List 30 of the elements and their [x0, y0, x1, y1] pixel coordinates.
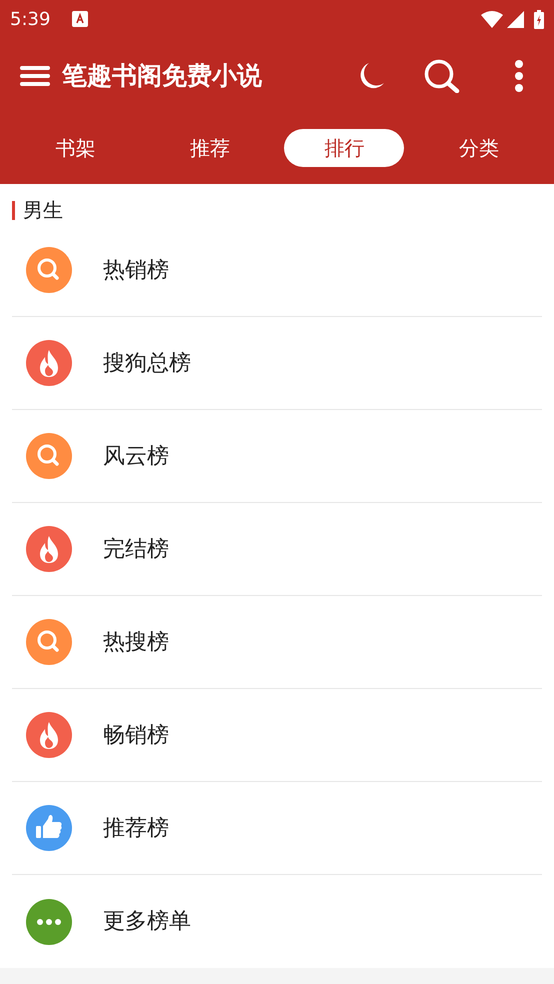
signal-icon [507, 10, 524, 28]
magnifier-icon [26, 619, 72, 665]
wifi-icon [481, 10, 503, 28]
search-icon[interactable] [424, 59, 460, 93]
more-options-icon[interactable] [514, 60, 524, 92]
menu-icon[interactable] [20, 65, 50, 87]
tab[interactable]: 推荐 [150, 129, 270, 167]
flame-icon [26, 712, 72, 758]
tab[interactable]: 分类 [418, 129, 539, 167]
ranking-list-item[interactable]: 搜狗总榜 [103, 346, 191, 380]
ranking-list-item[interactable]: 风云榜 [103, 440, 169, 472]
ranking-list-item[interactable]: 完结榜 [103, 532, 169, 566]
ranking-list-item[interactable]: 热销榜 [103, 254, 169, 286]
tab[interactable]: 排行 [284, 129, 404, 167]
magnifier-icon [26, 247, 72, 293]
tab[interactable]: 书架 [15, 129, 136, 167]
app-title: 笔趣书阁免费小说 [62, 60, 262, 92]
battery-icon [534, 10, 544, 28]
magnifier-icon [26, 433, 72, 479]
more-icon [26, 898, 72, 944]
ranking-list-item[interactable]: 畅销榜 [103, 718, 169, 752]
ranking-list-item[interactable]: 推荐榜 [103, 812, 169, 844]
section-title: 男生 [23, 197, 63, 224]
status-time: 5:39 [10, 8, 50, 32]
notification-icon [72, 11, 88, 27]
ranking-list-item[interactable]: 热搜榜 [103, 626, 169, 658]
ranking-list-item[interactable]: 更多榜单 [103, 905, 191, 938]
flame-icon [26, 340, 72, 386]
flame-icon [26, 526, 72, 572]
thumbs-up-icon [26, 805, 72, 851]
